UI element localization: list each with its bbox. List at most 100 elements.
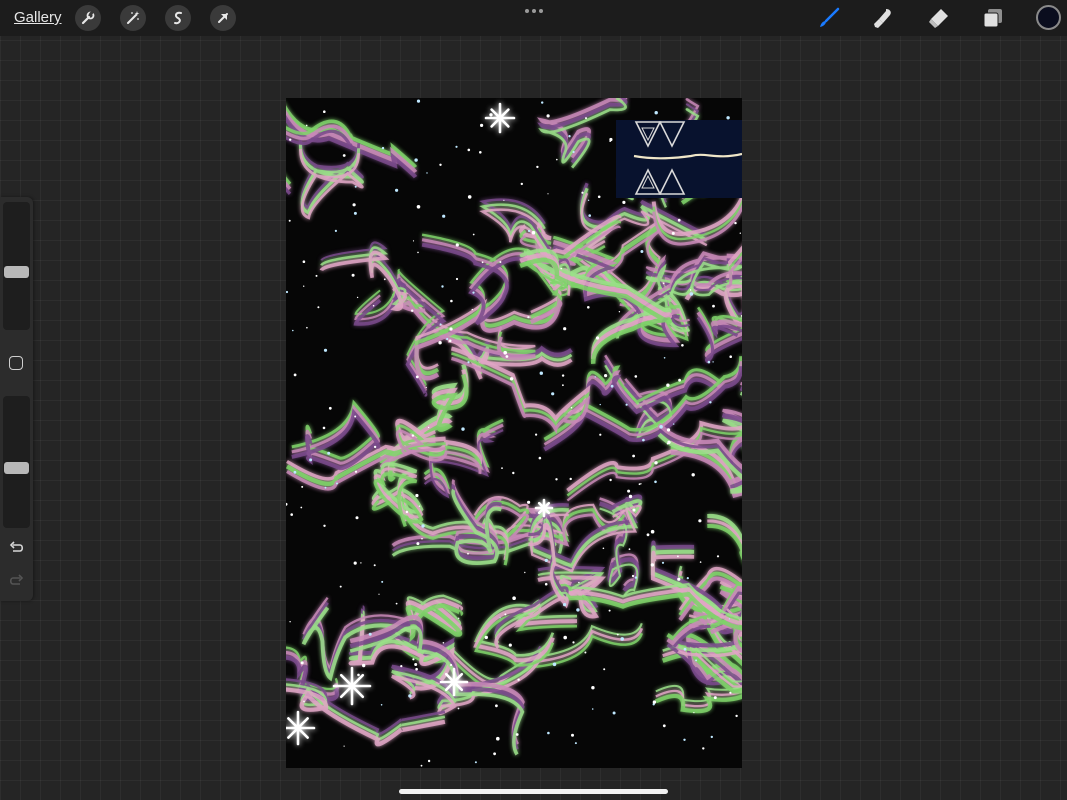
art-speck — [354, 185, 357, 188]
color-picker-swatch[interactable] — [1036, 5, 1061, 30]
art-speck — [499, 261, 502, 263]
art-speck — [650, 529, 655, 534]
art-speck — [581, 191, 584, 194]
drawing-canvas[interactable] — [286, 98, 742, 768]
actions-wrench-icon[interactable] — [75, 5, 101, 31]
art-speck — [646, 533, 650, 537]
art-speck — [686, 577, 689, 580]
smudge-tool-icon[interactable] — [871, 5, 897, 31]
art-speck — [631, 574, 635, 578]
art-speck — [618, 311, 621, 313]
art-speck — [616, 633, 619, 636]
gallery-link[interactable]: Gallery — [14, 9, 62, 26]
art-speck — [547, 193, 549, 195]
art-speck — [709, 401, 712, 404]
art-speck — [683, 738, 686, 741]
art-speck — [677, 577, 681, 581]
home-indicator[interactable] — [399, 789, 668, 794]
brush-size-thumb[interactable] — [4, 266, 29, 278]
art-speck — [415, 375, 419, 379]
art-speck — [378, 593, 380, 595]
art-speck — [595, 336, 600, 340]
art-speck — [625, 403, 628, 406]
art-speck — [415, 667, 418, 671]
eraser-tool-icon[interactable] — [925, 5, 951, 31]
art-speck — [594, 376, 596, 378]
art-speck — [634, 576, 638, 579]
art-speck — [673, 423, 675, 425]
art-speck — [524, 571, 526, 574]
art-speck — [638, 483, 641, 486]
art-speck — [442, 214, 446, 218]
art-speck — [512, 471, 515, 475]
art-speck — [677, 218, 681, 222]
top-toolbar: Gallery — [0, 0, 1067, 36]
art-speck — [343, 745, 345, 747]
art-speck — [570, 406, 573, 409]
art-speck — [627, 489, 631, 493]
opacity-thumb[interactable] — [4, 462, 29, 474]
art-speck — [527, 316, 530, 319]
art-speck — [591, 686, 595, 690]
art-speck — [531, 230, 536, 235]
art-speck — [354, 415, 357, 418]
art-speck — [425, 386, 427, 388]
art-speck — [555, 478, 558, 481]
art-speck — [412, 658, 415, 661]
layers-icon[interactable] — [980, 5, 1006, 31]
art-speck — [302, 260, 306, 263]
art-speck — [520, 182, 523, 186]
art-speck — [324, 486, 327, 489]
art-speck — [654, 480, 657, 484]
art-speck — [587, 199, 590, 201]
artwork-image — [286, 98, 742, 768]
art-speck — [455, 243, 459, 247]
art-speck — [739, 232, 741, 234]
art-speck — [292, 329, 294, 332]
art-speck — [563, 327, 567, 331]
art-speck — [574, 742, 577, 745]
art-speck — [362, 663, 366, 668]
art-speck — [357, 673, 360, 677]
transform-arrow-icon[interactable] — [210, 5, 236, 31]
art-speck — [301, 485, 304, 488]
art-speck — [527, 500, 531, 504]
art-speck — [517, 678, 520, 681]
modify-button[interactable] — [9, 356, 23, 370]
brush-size-slider[interactable] — [3, 202, 30, 330]
art-speck — [493, 752, 496, 756]
art-speck — [300, 661, 304, 665]
opacity-slider[interactable] — [3, 396, 30, 528]
art-speck — [710, 735, 713, 739]
art-speck — [383, 278, 386, 281]
more-options-icon[interactable] — [524, 8, 544, 14]
celtic-knot-panel — [616, 120, 742, 198]
art-speck — [420, 764, 423, 767]
adjustments-wand-icon[interactable] — [120, 5, 146, 31]
art-speck — [556, 158, 558, 161]
art-speck — [481, 261, 484, 264]
art-speck — [632, 454, 635, 458]
redo-icon[interactable] — [9, 574, 24, 587]
art-speck — [290, 513, 293, 516]
undo-icon[interactable] — [9, 541, 24, 554]
art-speck — [472, 233, 475, 236]
brush-tool-icon[interactable] — [816, 5, 842, 31]
art-speck — [716, 555, 720, 558]
art-speck — [309, 458, 313, 462]
art-speck — [405, 510, 409, 514]
art-speck — [571, 733, 574, 737]
art-speck — [609, 140, 612, 142]
art-speck — [322, 426, 326, 430]
art-speck — [414, 663, 418, 666]
art-speck — [728, 618, 730, 620]
art-speck — [293, 373, 297, 377]
art-speck — [489, 113, 493, 117]
art-speck — [323, 524, 326, 527]
art-speck — [474, 761, 477, 764]
art-speck — [726, 116, 730, 120]
art-speck — [467, 148, 471, 152]
art-speck — [372, 304, 375, 307]
art-speck — [317, 306, 320, 309]
selection-icon[interactable] — [165, 5, 191, 31]
